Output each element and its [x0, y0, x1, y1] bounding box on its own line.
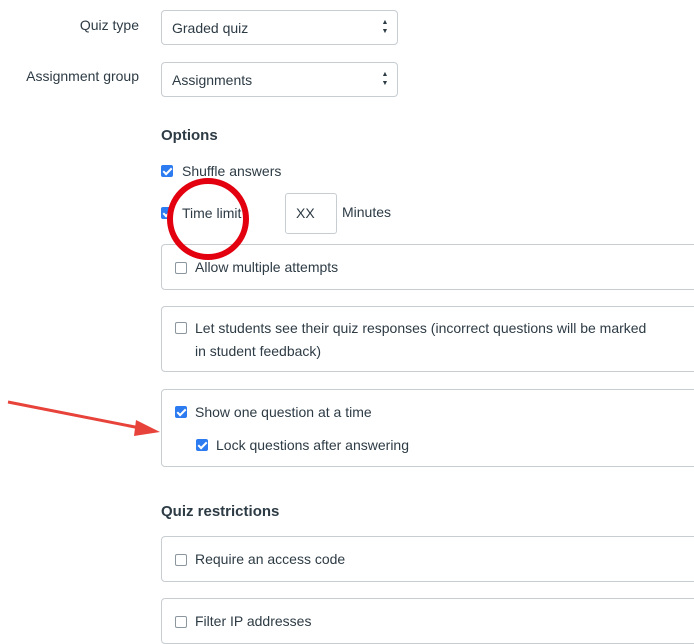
see-responses-box: Let students see their quiz responses (i… — [161, 306, 694, 372]
see-responses-label-line1: Let students see their quiz responses (i… — [195, 320, 647, 336]
assignment-group-select[interactable]: Assignments ▲ ▼ — [161, 62, 398, 97]
see-responses-label-line2: in student feedback) — [195, 343, 322, 359]
time-limit-unit: Minutes — [342, 204, 392, 220]
time-limit-checkbox[interactable] — [161, 207, 173, 219]
access-code-label: Require an access code — [195, 551, 346, 567]
quiz-type-value: Graded quiz — [172, 20, 249, 36]
quiz-restrictions-heading: Quiz restrictions — [161, 503, 280, 520]
access-code-checkbox[interactable] — [175, 554, 187, 566]
shuffle-answers-checkbox[interactable] — [161, 165, 173, 177]
see-responses-checkbox[interactable] — [175, 322, 187, 334]
time-limit-label: Time limit — [182, 205, 242, 221]
multiple-attempts-label: Allow multiple attempts — [195, 259, 339, 275]
one-question-label: Show one question at a time — [195, 404, 372, 420]
assignment-group-value: Assignments — [172, 72, 253, 88]
multiple-attempts-box: Allow multiple attempts — [161, 244, 694, 290]
select-arrows-icon: ▲ ▼ — [381, 71, 389, 87]
shuffle-answers-label: Shuffle answers — [182, 163, 282, 179]
assignment-group-label: Assignment group — [26, 68, 139, 84]
access-code-box: Require an access code — [161, 536, 694, 582]
quiz-type-select[interactable]: Graded quiz ▲ ▼ — [161, 10, 398, 45]
one-question-box: Show one question at a time Lock questio… — [161, 389, 694, 467]
time-limit-input[interactable]: XX — [285, 193, 337, 234]
options-heading: Options — [161, 127, 218, 144]
select-arrows-icon: ▲ ▼ — [381, 19, 389, 35]
filter-ip-box: Filter IP addresses — [161, 598, 694, 644]
red-arrow-head-icon — [134, 420, 160, 436]
quiz-type-label: Quiz type — [79, 17, 139, 33]
multiple-attempts-checkbox[interactable] — [175, 262, 187, 274]
filter-ip-label: Filter IP addresses — [195, 613, 312, 629]
red-arrow-line — [7, 400, 141, 430]
filter-ip-checkbox[interactable] — [175, 616, 187, 628]
lock-questions-label: Lock questions after answering — [216, 437, 409, 453]
one-question-checkbox[interactable] — [175, 406, 187, 418]
lock-questions-checkbox[interactable] — [196, 439, 208, 451]
